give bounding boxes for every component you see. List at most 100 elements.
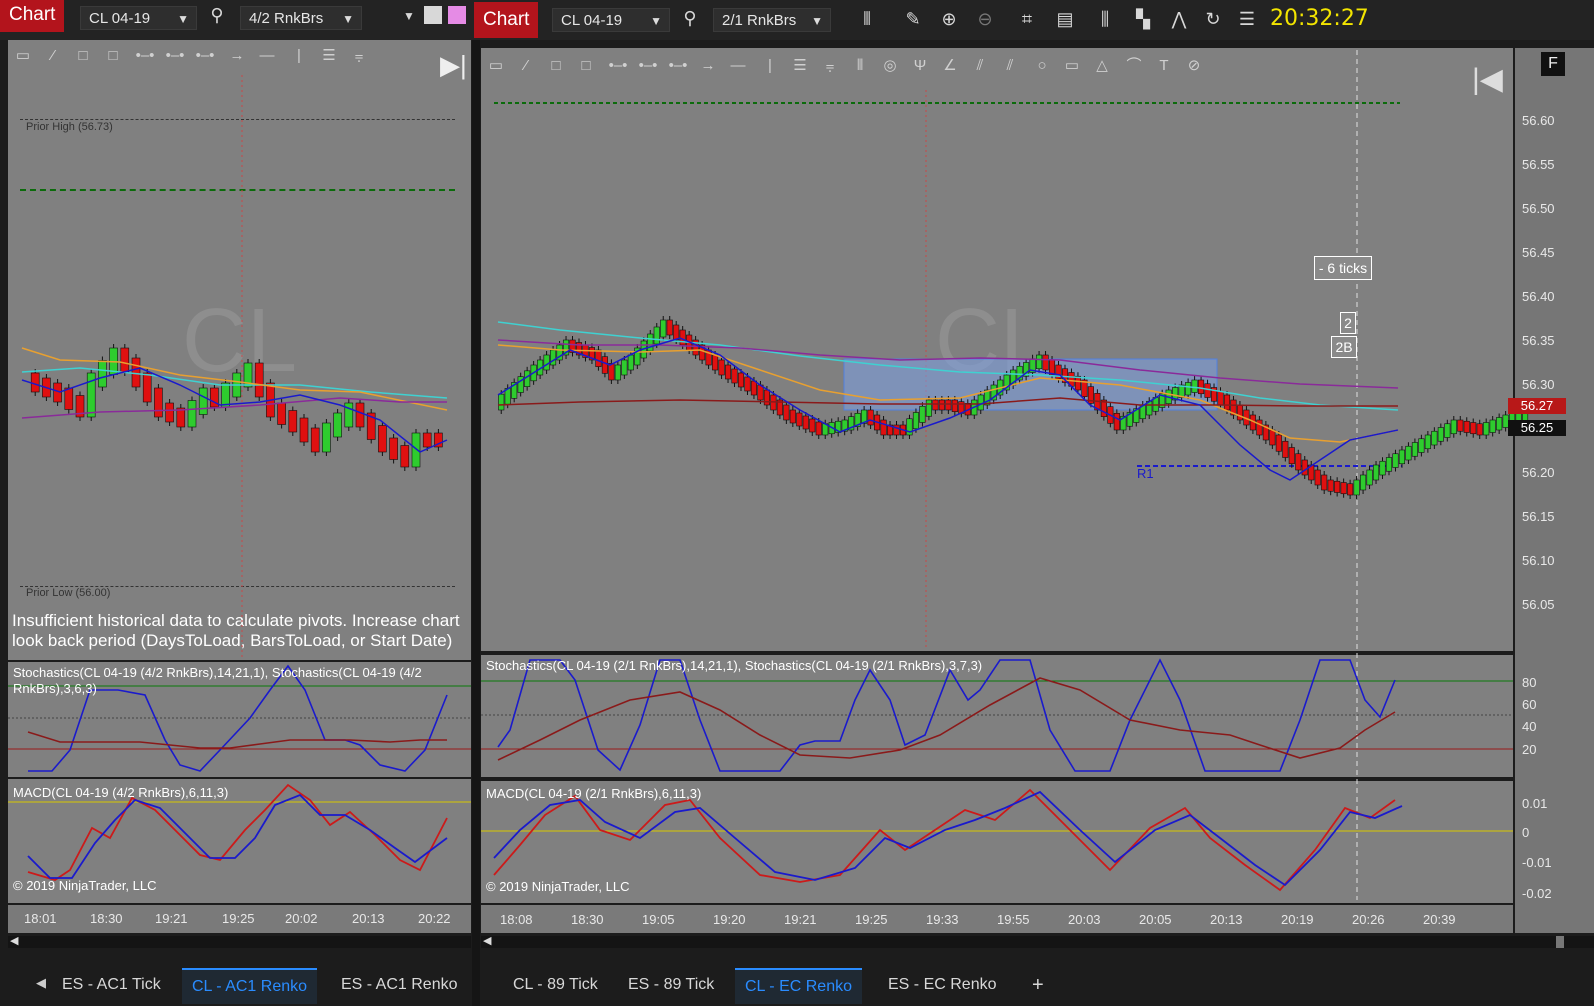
up-bar	[1392, 453, 1399, 468]
axis-label: 19:05	[642, 912, 675, 927]
down-bar	[1476, 423, 1483, 436]
down-bar	[608, 363, 615, 381]
down-bar	[867, 409, 874, 426]
crosshair-price-tag: 56.25	[1508, 420, 1566, 436]
down-bar	[938, 399, 945, 411]
axis-label: 20:13	[1210, 912, 1243, 927]
down-bar	[1457, 419, 1464, 432]
up-bar	[550, 349, 557, 366]
up-bar	[1418, 438, 1425, 453]
down-bar	[893, 424, 900, 436]
down-bar	[802, 415, 809, 430]
axis-label: 20	[1522, 742, 1537, 757]
down-bar	[1463, 420, 1470, 433]
r1-label: R1	[1137, 466, 1154, 481]
axis-label: 18:08	[500, 912, 533, 927]
axis-label: 56.55	[1522, 157, 1555, 172]
axis-label: 60	[1522, 697, 1537, 712]
down-bar	[1301, 459, 1308, 476]
down-bar	[595, 349, 602, 367]
right-scrollbar[interactable]: ◀	[481, 934, 1594, 948]
right-copyright: © 2019 NinjaTrader, LLC	[486, 879, 630, 894]
down-bar	[1198, 379, 1205, 395]
up-bar	[1450, 419, 1457, 435]
up-bar	[1424, 434, 1431, 450]
down-bar	[673, 324, 680, 341]
down-bar	[815, 421, 822, 436]
axis-label: 56.30	[1522, 377, 1555, 392]
down-bar	[1256, 419, 1263, 436]
down-bar	[1327, 479, 1334, 492]
up-bar	[925, 399, 932, 417]
down-bar	[601, 356, 608, 374]
axis-label: 56.20	[1522, 465, 1555, 480]
axis-label: 56.45	[1522, 245, 1555, 260]
down-bar	[1340, 482, 1347, 495]
down-bar	[763, 389, 770, 406]
down-bar	[1204, 383, 1211, 398]
axis-label: 56.10	[1522, 553, 1555, 568]
up-bar	[1360, 474, 1367, 491]
down-bar	[1217, 390, 1224, 406]
axis-label: 19:55	[997, 912, 1030, 927]
tab-es-ac1-tick[interactable]: ES - AC1 Tick	[52, 968, 171, 1002]
axis-label: 40	[1522, 719, 1537, 734]
up-bar	[1372, 464, 1380, 481]
up-bar	[1489, 419, 1496, 433]
down-bar	[789, 409, 796, 424]
tab-cl-89-tick[interactable]: CL - 89 Tick	[503, 968, 608, 1002]
tab-es-89-tick[interactable]: ES - 89 Tick	[618, 968, 724, 1002]
down-bar	[1269, 429, 1276, 446]
tab-es-ac1-renko[interactable]: ES - AC1 Renko	[331, 968, 468, 1002]
tab-cl-ac1-renko[interactable]: CL - AC1 Renko	[182, 968, 318, 1004]
axis-label: 20:19	[1281, 912, 1314, 927]
axis-label: 20:39	[1423, 912, 1456, 927]
macd-line	[493, 790, 1403, 887]
up-bar	[919, 405, 926, 423]
scrollbar-thumb[interactable]	[1556, 936, 1564, 948]
macd-signal-line	[493, 788, 1396, 892]
add-tab-button[interactable]: +	[1022, 968, 1054, 1002]
up-bar	[1496, 417, 1503, 431]
axis-label: 19:33	[926, 912, 959, 927]
down-bar	[1113, 413, 1120, 431]
axis-label: 56.15	[1522, 509, 1555, 524]
down-bar	[945, 399, 952, 411]
down-bar	[796, 412, 803, 427]
up-bar	[1353, 479, 1360, 496]
tab-cl-ec-renko[interactable]: CL - EC Renko	[735, 968, 862, 1004]
axis-label: 19:25	[855, 912, 888, 927]
tab-es-ec-renko[interactable]: ES - EC Renko	[878, 968, 1006, 1002]
up-bar	[1437, 427, 1444, 442]
up-bar	[1483, 422, 1490, 436]
up-bar	[498, 393, 505, 411]
up-bar	[1191, 379, 1198, 393]
down-bar	[731, 368, 738, 384]
swing-count-tag: 2	[1340, 312, 1356, 334]
axis-label: 56.35	[1522, 333, 1555, 348]
down-bar	[1236, 404, 1243, 421]
stoch-slow-line	[497, 677, 1396, 761]
axis-label: 0.01	[1522, 796, 1548, 811]
down-bar	[1347, 483, 1354, 496]
down-bar	[1282, 440, 1289, 458]
down-bar	[712, 354, 719, 371]
up-bar	[627, 354, 634, 371]
up-bar	[1405, 445, 1412, 461]
down-bar	[880, 419, 887, 436]
down-bar	[1321, 474, 1328, 491]
axis-label: 80	[1522, 675, 1537, 690]
last-price-tag: 56.27	[1508, 398, 1566, 414]
up-bar	[1036, 354, 1043, 370]
down-bar	[1288, 447, 1295, 465]
tabs-scroll-left-icon[interactable]: ◀	[36, 975, 46, 991]
axis-label: 56.05	[1522, 597, 1555, 612]
axis-label: 56.50	[1522, 201, 1555, 216]
up-bar	[1366, 469, 1373, 486]
scroll-left-icon[interactable]: ◀	[483, 934, 491, 947]
down-bar	[750, 380, 758, 396]
axis-label: 20:26	[1352, 912, 1385, 927]
axis-label: 19:21	[784, 912, 817, 927]
axis-label: -0.02	[1522, 886, 1552, 901]
axis-label: 20:03	[1068, 912, 1101, 927]
